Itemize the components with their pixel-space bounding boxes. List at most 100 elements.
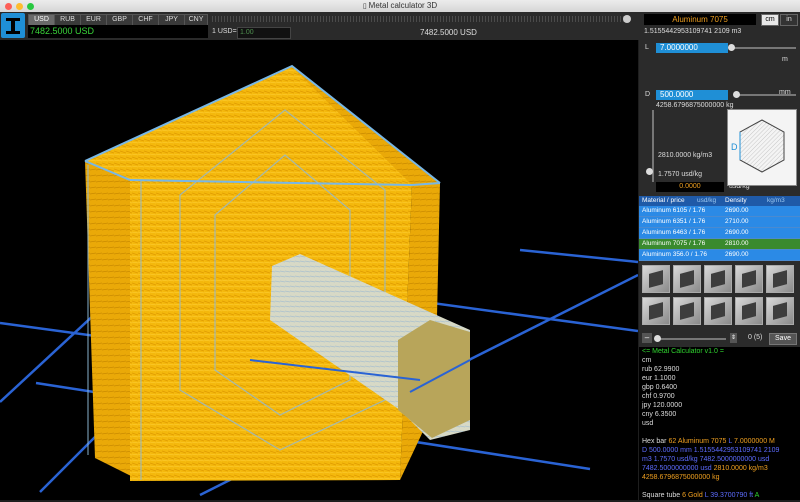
header-price-unit[interactable]: usd/kg <box>697 196 716 206</box>
console-line: cny 6.3500 <box>642 411 677 418</box>
count-slider-track[interactable] <box>656 338 726 340</box>
console-text: 1.5155442953109741 2109 <box>693 447 780 454</box>
i-beam-icon <box>6 18 20 34</box>
shape-channel-icon[interactable] <box>673 265 701 293</box>
price-slider-knob[interactable] <box>646 168 653 175</box>
length-label: L <box>645 44 649 51</box>
save-button[interactable]: Save <box>769 333 797 345</box>
table-row[interactable]: Aluminum 356.0 / 1.76 2690.00 <box>639 250 800 261</box>
shape-flat-bar-icon[interactable] <box>673 297 701 325</box>
table-row[interactable]: Aluminum 6105 / 1.76 2690.00 <box>639 206 800 217</box>
console-log: <= Metal Calculator v1.0 = cm rub 62.990… <box>639 347 800 500</box>
cell-material: Aluminum 6105 / 1.76 <box>642 207 706 214</box>
profile-shapes-grid <box>639 262 800 330</box>
shape-i-beam-icon[interactable] <box>704 297 732 325</box>
console-text: L 39.3700790 ft <box>704 492 754 499</box>
console-text: 500.0000 mm <box>649 447 692 454</box>
volume-display: 1.5155442953109741 2109 m3 <box>644 28 742 35</box>
console-text: A <box>754 492 760 499</box>
cell-density: 2710.00 <box>725 218 749 225</box>
console-header: <= Metal Calculator v1.0 = <box>642 348 724 355</box>
shape-round-tube-icon[interactable] <box>766 297 794 325</box>
console-line: eur 1.1000 <box>642 375 676 382</box>
shape-square-bar-icon[interactable] <box>704 265 732 293</box>
cell-density: 2810.00 <box>725 240 749 247</box>
cell-density: 2690.00 <box>725 207 749 214</box>
console-line: usd <box>642 420 654 427</box>
console-line: jpy 120.0000 <box>642 402 683 409</box>
console-square-entry: Square tube 6 Gold L 39.3700790 ft A <box>642 491 800 500</box>
header-material[interactable]: Material / price <box>642 196 685 206</box>
3d-scene[interactable] <box>0 40 639 500</box>
console-line: chf 0.9700 <box>642 393 675 400</box>
cell-material: Aluminum 6463 / 1.76 <box>642 229 706 236</box>
preview-dimension-label: D <box>731 142 738 152</box>
console-text: 2810.0000 kg/m3 <box>713 465 768 472</box>
console-text: 7.0000000 M <box>734 438 775 445</box>
length-slider-track[interactable] <box>212 16 630 22</box>
minus-button[interactable]: – <box>642 333 652 343</box>
console-text: Square tube <box>642 492 681 499</box>
material-table: Material / price usd/kg Density kg/m3 Al… <box>639 196 800 261</box>
console-text: 6 Gold <box>682 492 703 499</box>
window-title: ▯ Metal calculator 3D <box>0 1 800 10</box>
usd-rate-input[interactable]: 1.00 <box>237 27 291 39</box>
length-unit-label: m <box>782 56 788 63</box>
console-line: gbp 0.6400 <box>642 384 678 391</box>
diameter-input[interactable]: 500.0000 <box>656 90 728 100</box>
console-text: 4258.6796875000000 kg <box>642 474 720 481</box>
length-knob[interactable] <box>728 44 735 51</box>
table-row[interactable]: Aluminum 6463 / 1.76 2690.00 <box>639 228 800 239</box>
stepper-icon[interactable]: ⇕ <box>730 333 737 343</box>
cell-material: Aluminum 356.0 / 1.76 <box>642 251 708 258</box>
price-per-kg-display: 1.7570 usd/kg <box>658 171 702 178</box>
length-slider-knob[interactable] <box>623 15 631 23</box>
material-name-display: Aluminum 7075 <box>644 14 756 25</box>
hexagon-preview-icon: D <box>731 119 785 173</box>
shape-angle-icon[interactable] <box>642 265 670 293</box>
unit-in-button[interactable]: in <box>780 14 798 26</box>
shape-preview: D <box>727 109 797 186</box>
console-text: D <box>642 447 648 454</box>
3d-viewport[interactable] <box>0 40 639 500</box>
console-text: 7482.5000000000 usd <box>699 456 770 463</box>
table-header: Material / price usd/kg Density kg/m3 <box>639 196 800 206</box>
console-text: Hex bar <box>642 438 667 445</box>
balance-display: 7482.5000 USD <box>28 25 208 38</box>
table-row-selected[interactable]: Aluminum 7075 / 1.76 2810.00 <box>639 239 800 250</box>
cell-material: Aluminum 7075 / 1.76 <box>642 240 706 247</box>
total-price-display: 7482.5000 USD <box>420 28 477 37</box>
app-logo-icon <box>1 13 25 38</box>
shape-t-bar-icon[interactable] <box>642 297 670 325</box>
console-text: m3 <box>642 456 652 463</box>
density-display: 2810.0000 kg/m3 <box>658 152 713 159</box>
console-text: 62 Aluminum 7075 <box>668 438 727 445</box>
shape-round-bar-icon[interactable] <box>735 297 763 325</box>
price-input[interactable]: 0.0000 <box>656 182 724 192</box>
cell-density: 2690.00 <box>725 229 749 236</box>
console-line: rub 62.9900 <box>642 366 680 373</box>
unit-cm-button[interactable]: cm <box>761 14 779 26</box>
header-density[interactable]: Density <box>725 196 747 206</box>
table-row[interactable]: Aluminum 6351 / 1.76 2710.00 <box>639 217 800 228</box>
length-knob-track[interactable] <box>730 47 796 49</box>
cell-material: Aluminum 6351 / 1.76 <box>642 218 706 225</box>
cube-top-face <box>85 66 440 185</box>
console-line: cm <box>642 357 652 364</box>
shape-square-tube-icon[interactable] <box>735 265 763 293</box>
length-input[interactable]: 7.0000000 <box>656 43 728 53</box>
diameter-knob[interactable] <box>733 91 740 98</box>
usd-rate-label: 1 USD= <box>212 28 237 35</box>
console-text: L <box>728 438 733 445</box>
count-slider-knob[interactable] <box>654 335 661 342</box>
console-hex-entry: Hex bar 62 Aluminum 7075 L 7.0000000 M D… <box>642 437 800 482</box>
weight-display: 4258.6796875000000 kg <box>656 102 734 109</box>
console-text: 7482.5000000000 usd <box>642 465 712 472</box>
header-density-unit[interactable]: kg/m3 <box>767 196 785 206</box>
cell-density: 2690.00 <box>725 251 749 258</box>
shape-hex-bar-icon[interactable] <box>766 265 794 293</box>
console-text: 1.7570 usd/kg <box>653 456 698 463</box>
diameter-label: D <box>645 91 651 98</box>
count-display: 0 (5) <box>748 334 763 341</box>
diameter-unit-label: mm <box>779 89 791 96</box>
